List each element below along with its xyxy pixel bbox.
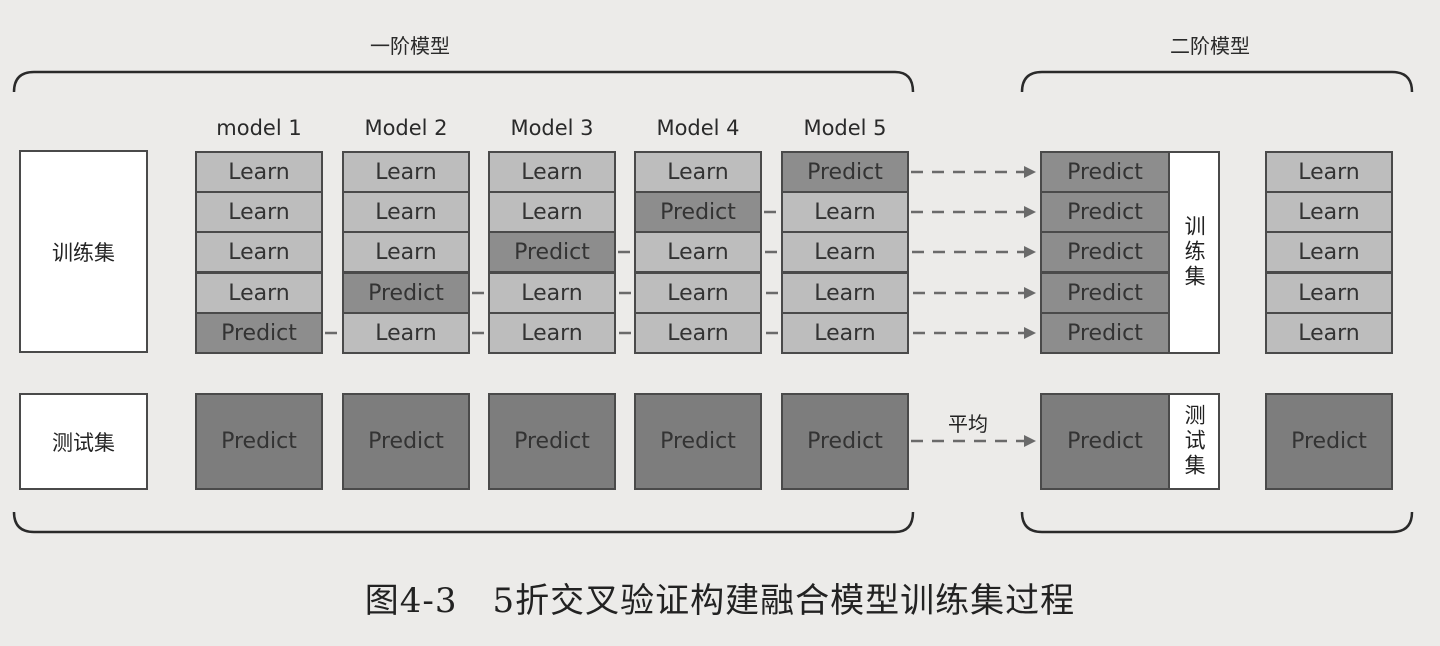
model-header-2: Model 2 bbox=[364, 116, 448, 140]
stage2-learn-2: Learn bbox=[1265, 191, 1393, 233]
fold-cell-r5-c4: Learn bbox=[634, 312, 762, 354]
fold-cell-r1-c1: Learn bbox=[195, 151, 323, 193]
average-label: 平均 bbox=[948, 412, 988, 436]
stage1-top-brace bbox=[12, 70, 915, 93]
fold-cell-r2-c4: Predict bbox=[634, 191, 762, 233]
stage2-bottom-brace bbox=[1020, 511, 1414, 534]
fold-cell-r2-c3: Learn bbox=[488, 191, 616, 233]
fold-cell-r4-c1: Learn bbox=[195, 272, 323, 314]
fold-cell-r3-c4: Learn bbox=[634, 231, 762, 273]
fold-cell-r5-c1: Predict bbox=[195, 312, 323, 354]
fold-cell-r2-c5: Learn bbox=[781, 191, 909, 233]
stage2-learn-3: Learn bbox=[1265, 231, 1393, 273]
stage2-train-predict-5: Predict bbox=[1040, 312, 1170, 354]
fold-cell-r3-c1: Learn bbox=[195, 231, 323, 273]
fold-cell-r5-c2: Learn bbox=[342, 312, 470, 354]
stage2-train-predict-1: Predict bbox=[1040, 151, 1170, 193]
fold-cell-r5-c5: Learn bbox=[781, 312, 909, 354]
average-arrowhead bbox=[1024, 435, 1036, 447]
fold-cell-r1-c5: Predict bbox=[781, 151, 909, 193]
model-header-5: Model 5 bbox=[803, 116, 887, 140]
fold-arrowhead-5 bbox=[1024, 327, 1036, 339]
fold-cell-r3-c2: Learn bbox=[342, 231, 470, 273]
stage1-title: 一阶模型 bbox=[370, 34, 450, 58]
stage2-train-predict-2: Predict bbox=[1040, 191, 1170, 233]
fold-cell-r5-c3: Learn bbox=[488, 312, 616, 354]
train-set-box: 训练集 bbox=[19, 150, 148, 353]
test-predict-1: Predict bbox=[195, 393, 323, 490]
fold-arrowhead-4 bbox=[1024, 287, 1036, 299]
test-predict-2: Predict bbox=[342, 393, 470, 490]
stage2-learn-4: Learn bbox=[1265, 272, 1393, 314]
fold-arrowhead-3 bbox=[1024, 246, 1036, 258]
stage1-bottom-brace bbox=[12, 511, 915, 534]
stage2-train-predict-3: Predict bbox=[1040, 231, 1170, 273]
stage2-top-brace bbox=[1020, 70, 1414, 93]
fold-cell-r2-c2: Learn bbox=[342, 191, 470, 233]
test-set-box: 测试集 bbox=[19, 393, 148, 490]
fold-cell-r1-c2: Learn bbox=[342, 151, 470, 193]
fold-cell-r4-c5: Learn bbox=[781, 272, 909, 314]
stage2-final-predict: Predict bbox=[1265, 393, 1393, 490]
model-header-3: Model 3 bbox=[510, 116, 594, 140]
fold-cell-r4-c4: Learn bbox=[634, 272, 762, 314]
fold-arrowhead-1 bbox=[1024, 166, 1036, 178]
stage2-learn-5: Learn bbox=[1265, 312, 1393, 354]
stage2-train-label: 训练集 bbox=[1168, 151, 1220, 354]
fold-cell-r1-c4: Learn bbox=[634, 151, 762, 193]
fold-arrowhead-2 bbox=[1024, 206, 1036, 218]
model-header-4: Model 4 bbox=[656, 116, 740, 140]
stage2-test-label: 测试集 bbox=[1168, 393, 1220, 490]
fold-cell-r2-c1: Learn bbox=[195, 191, 323, 233]
figure-caption: 图4-3 5折交叉验证构建融合模型训练集过程 bbox=[364, 581, 1076, 621]
stage2-train-predict-4: Predict bbox=[1040, 272, 1170, 314]
test-predict-3: Predict bbox=[488, 393, 616, 490]
fold-cell-r1-c3: Learn bbox=[488, 151, 616, 193]
diagram-canvas: 一阶模型 二阶模型 训练集 测试集 训练集 测试集 平均 图4-3 5折交叉验证… bbox=[0, 0, 1440, 646]
model-header-1: model 1 bbox=[216, 116, 302, 140]
test-predict-5: Predict bbox=[781, 393, 909, 490]
stage2-test-predict: Predict bbox=[1040, 393, 1170, 490]
fold-cell-r3-c3: Predict bbox=[488, 231, 616, 273]
fold-cell-r4-c2: Predict bbox=[342, 272, 470, 314]
fold-cell-r3-c5: Learn bbox=[781, 231, 909, 273]
test-predict-4: Predict bbox=[634, 393, 762, 490]
fold-cell-r4-c3: Learn bbox=[488, 272, 616, 314]
stage2-learn-1: Learn bbox=[1265, 151, 1393, 193]
stage2-title: 二阶模型 bbox=[1170, 34, 1250, 58]
